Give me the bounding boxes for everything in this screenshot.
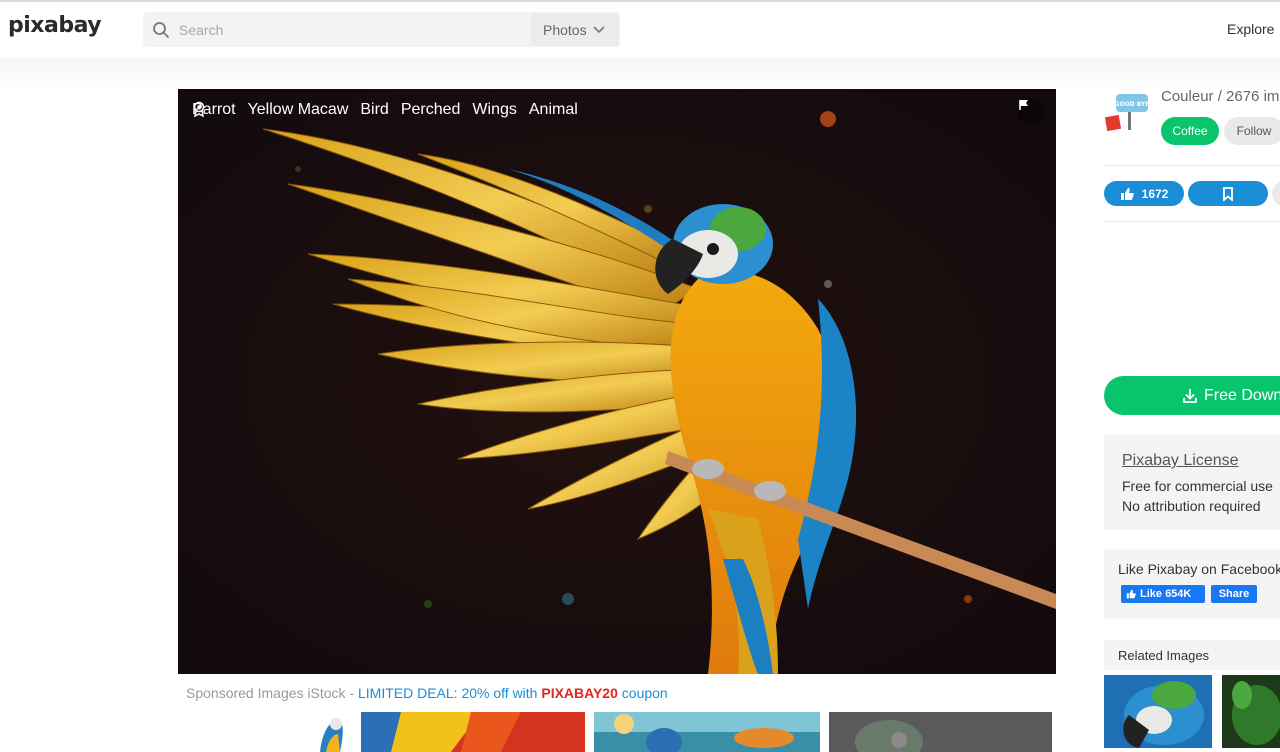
save-button[interactable] — [1188, 181, 1268, 206]
search-input[interactable] — [179, 12, 529, 47]
license-box: Pixabay License Free for commercial use … — [1104, 435, 1280, 530]
more-button[interactable] — [1272, 181, 1280, 206]
chevron-down-icon — [593, 25, 605, 33]
like-count: 1672 — [1141, 186, 1169, 201]
search-bar: Photos — [143, 12, 620, 47]
free-download-button[interactable]: Free Down — [1104, 376, 1280, 415]
facebook-title: Like Pixabay on Facebook — [1118, 561, 1280, 577]
header: pixabay Photos Explore — [0, 2, 1280, 58]
coupon-code[interactable]: PIXABAY20 — [541, 685, 618, 701]
username[interactable]: Couleur / 2676 im — [1161, 88, 1279, 105]
tag-bird[interactable]: Bird — [360, 101, 388, 119]
related-title: Related Images — [1118, 648, 1210, 663]
report-button[interactable] — [1018, 99, 1044, 125]
license-line-2: No attribution required — [1122, 498, 1261, 514]
coupon-suffix[interactable]: coupon — [618, 685, 668, 701]
search-icon[interactable] — [152, 21, 170, 39]
main-photo[interactable]: Parrot Yellow Macaw Bird Perched Wings A… — [178, 89, 1056, 674]
download-icon — [1183, 388, 1197, 403]
tag-perched[interactable]: Perched — [401, 101, 461, 119]
svg-text:GOOD BYE: GOOD BYE — [1115, 101, 1150, 108]
divider — [1104, 221, 1280, 222]
deal-link[interactable]: LIMITED DEAL: 20% off with — [358, 685, 541, 701]
bookmark-icon — [1223, 186, 1233, 201]
like-button[interactable]: 1672 — [1104, 181, 1184, 206]
follow-button[interactable]: Follow — [1224, 117, 1280, 145]
divider — [1104, 165, 1280, 166]
license-link[interactable]: Pixabay License — [1122, 452, 1239, 470]
media-type-select[interactable]: Photos — [531, 13, 619, 46]
sponsored-thumb-2[interactable] — [361, 712, 585, 752]
flag-icon — [1019, 100, 1028, 110]
media-type-label: Photos — [543, 21, 587, 38]
user-avatar[interactable]: GOOD BYE — [1104, 88, 1152, 136]
main-stage: Parrot Yellow Macaw Bird Perched Wings A… — [0, 58, 1280, 752]
tag-animal[interactable]: Animal — [529, 101, 578, 119]
coffee-button[interactable]: Coffee — [1161, 117, 1219, 145]
related-thumb-1[interactable] — [1104, 675, 1212, 748]
tag-list: Parrot Yellow Macaw Bird Perched Wings A… — [192, 101, 578, 119]
facebook-share-button[interactable]: Share — [1211, 585, 1257, 603]
tag-yellow-macaw[interactable]: Yellow Macaw — [248, 101, 349, 119]
facebook-box: Like Pixabay on Facebook Like 654K Share — [1104, 549, 1280, 619]
related-header: Related Images — [1104, 640, 1280, 670]
pixabay-logo[interactable]: pixabay — [8, 13, 102, 38]
sponsored-prefix: Sponsored Images iStock - — [186, 685, 358, 701]
tag-wings[interactable]: Wings — [472, 101, 516, 119]
facebook-like-label: Like 654K — [1140, 588, 1192, 600]
explore-link[interactable]: Explore — [1227, 21, 1274, 37]
sponsored-line: Sponsored Images iStock - LIMITED DEAL: … — [186, 685, 668, 701]
license-line-1: Free for commercial use — [1122, 478, 1273, 494]
thumbs-up-icon — [1120, 187, 1134, 200]
parrot-image — [178, 89, 1056, 674]
award-icon — [193, 101, 205, 117]
sponsored-thumb-1[interactable] — [290, 712, 344, 752]
related-thumb-2[interactable] — [1222, 675, 1280, 748]
facebook-like-button[interactable]: Like 654K — [1121, 585, 1205, 603]
sponsored-thumb-3[interactable] — [594, 712, 820, 752]
download-label: Free Down — [1204, 386, 1280, 404]
sponsored-thumb-4[interactable] — [829, 712, 1052, 752]
thumbs-up-icon — [1126, 589, 1136, 599]
